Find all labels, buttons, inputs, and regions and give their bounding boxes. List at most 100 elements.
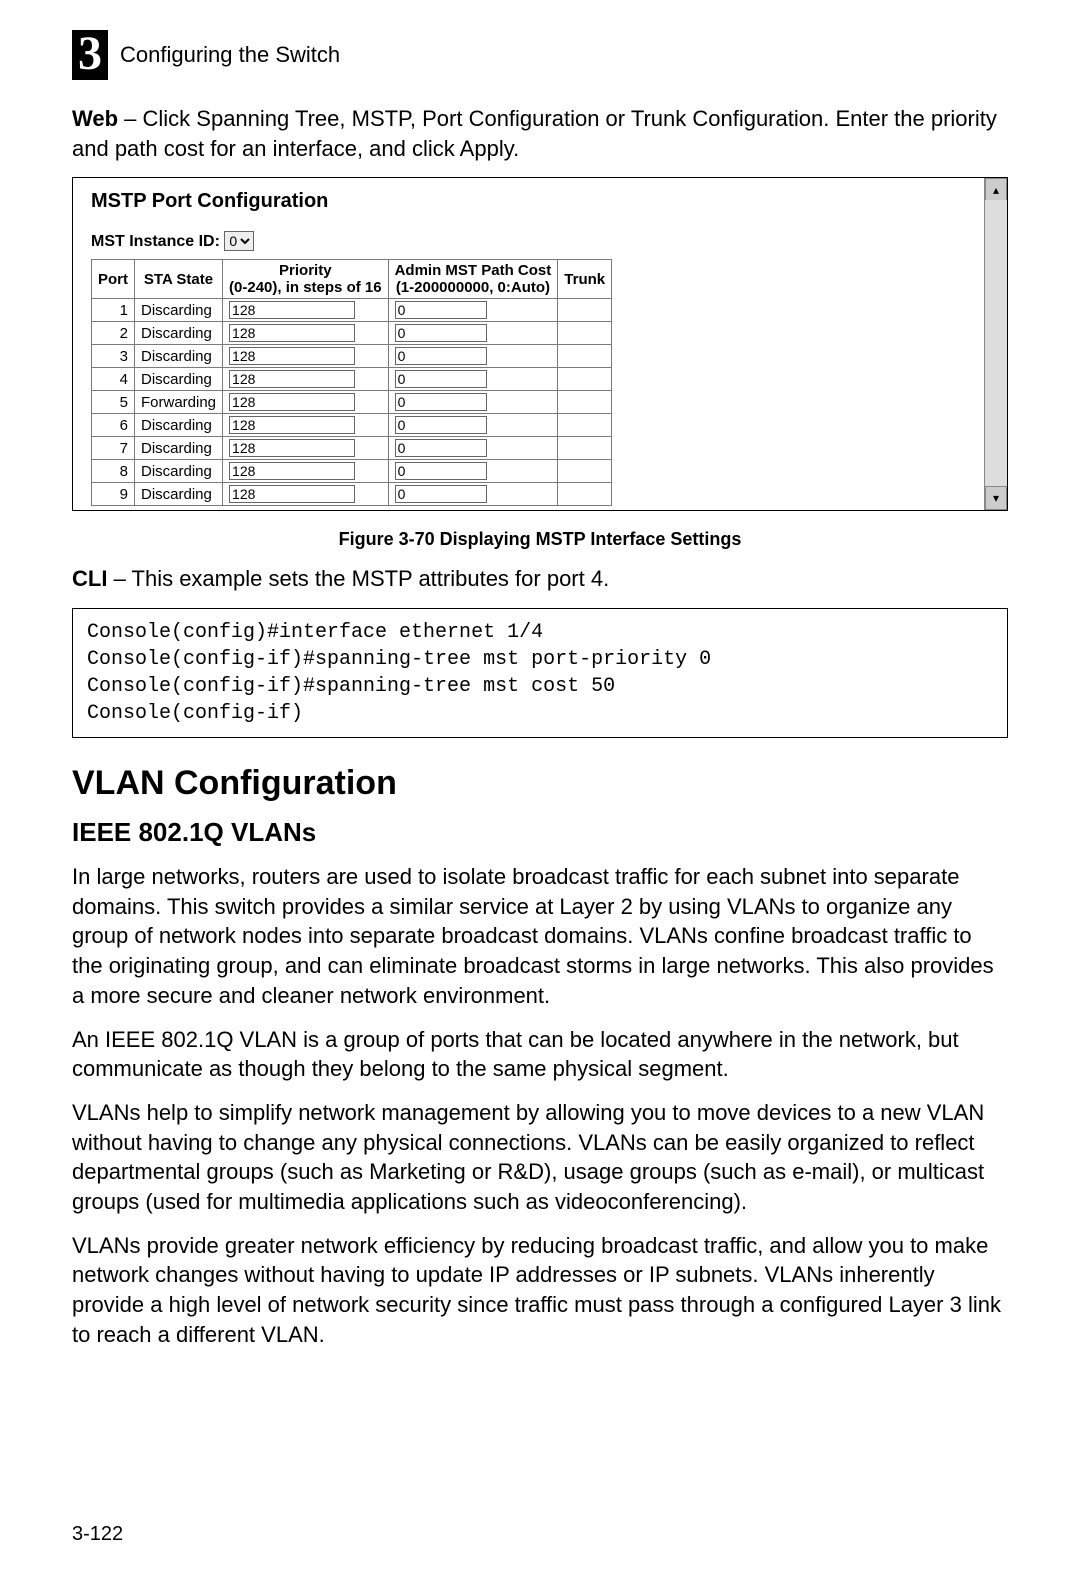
col-trunk: Trunk	[558, 260, 612, 299]
body-paragraph: VLANs help to simplify network managemen…	[72, 1098, 1008, 1217]
web-label: Web	[72, 106, 118, 131]
priority-input[interactable]	[229, 462, 355, 480]
cell-sta-state: Discarding	[135, 483, 223, 506]
col-path-cost: Admin MST Path Cost (1-200000000, 0:Auto…	[388, 260, 558, 299]
cell-trunk	[558, 460, 612, 483]
cell-path-cost	[388, 322, 558, 345]
cell-path-cost	[388, 345, 558, 368]
cell-priority	[223, 322, 389, 345]
path-cost-input[interactable]	[395, 324, 487, 342]
cli-label: CLI	[72, 566, 107, 591]
table-row: 6Discarding	[92, 414, 612, 437]
cell-port: 9	[92, 483, 135, 506]
scroll-down-icon[interactable]: ▾	[985, 486, 1007, 510]
cell-priority	[223, 483, 389, 506]
priority-input[interactable]	[229, 301, 355, 319]
table-row: 1Discarding	[92, 299, 612, 322]
web-instructions: Web – Click Spanning Tree, MSTP, Port Co…	[72, 104, 1008, 163]
chapter-number-badge: 3	[72, 30, 108, 80]
cell-sta-state: Discarding	[135, 414, 223, 437]
cell-path-cost	[388, 460, 558, 483]
section-heading-vlan: VLAN Configuration	[72, 764, 1008, 803]
cell-port: 4	[92, 368, 135, 391]
table-row: 4Discarding	[92, 368, 612, 391]
table-header-row: Port STA State Priority (0-240), in step…	[92, 260, 612, 299]
panel-title: MSTP Port Configuration	[91, 190, 989, 213]
cell-sta-state: Discarding	[135, 437, 223, 460]
cell-priority	[223, 368, 389, 391]
col-path-l1: Admin MST Path Cost	[395, 262, 552, 279]
cell-port: 1	[92, 299, 135, 322]
page-header: 3 Configuring the Switch	[72, 30, 1008, 80]
col-priority-l1: Priority	[279, 262, 332, 279]
mstp-screenshot-panel: ▴ ▾ MSTP Port Configuration MST Instance…	[72, 177, 1008, 511]
col-priority-l2: (0-240), in steps of 16	[229, 279, 382, 296]
page-number: 3-122	[72, 1523, 123, 1546]
cell-path-cost	[388, 391, 558, 414]
cell-port: 5	[92, 391, 135, 414]
cli-intro: CLI – This example sets the MSTP attribu…	[72, 564, 1008, 594]
cell-path-cost	[388, 414, 558, 437]
cli-text: – This example sets the MSTP attributes …	[107, 566, 609, 591]
mst-instance-select[interactable]: 0	[224, 231, 254, 251]
path-cost-input[interactable]	[395, 416, 487, 434]
document-page: 3 Configuring the Switch Web – Click Spa…	[0, 0, 1080, 1570]
cell-sta-state: Discarding	[135, 322, 223, 345]
cell-path-cost	[388, 437, 558, 460]
cell-path-cost	[388, 368, 558, 391]
cell-priority	[223, 345, 389, 368]
cell-trunk	[558, 483, 612, 506]
priority-input[interactable]	[229, 370, 355, 388]
figure-caption: Figure 3-70 Displaying MSTP Interface Se…	[72, 529, 1008, 550]
scrollbar-track[interactable]	[985, 200, 1007, 488]
body-paragraph: VLANs provide greater network efficiency…	[72, 1231, 1008, 1350]
mstp-port-table: Port STA State Priority (0-240), in step…	[91, 259, 612, 506]
cell-trunk	[558, 345, 612, 368]
priority-input[interactable]	[229, 439, 355, 457]
body-paragraph: In large networks, routers are used to i…	[72, 862, 1008, 1010]
path-cost-input[interactable]	[395, 439, 487, 457]
cell-sta-state: Forwarding	[135, 391, 223, 414]
cell-port: 8	[92, 460, 135, 483]
chapter-title: Configuring the Switch	[120, 42, 340, 68]
path-cost-input[interactable]	[395, 393, 487, 411]
web-text: – Click Spanning Tree, MSTP, Port Config…	[72, 106, 997, 161]
cell-port: 6	[92, 414, 135, 437]
path-cost-input[interactable]	[395, 485, 487, 503]
cell-trunk	[558, 414, 612, 437]
cell-trunk	[558, 437, 612, 460]
table-row: 5Forwarding	[92, 391, 612, 414]
cell-priority	[223, 414, 389, 437]
cell-priority	[223, 437, 389, 460]
path-cost-input[interactable]	[395, 370, 487, 388]
cell-trunk	[558, 299, 612, 322]
cell-sta-state: Discarding	[135, 368, 223, 391]
table-row: 7Discarding	[92, 437, 612, 460]
cell-trunk	[558, 322, 612, 345]
cell-sta-state: Discarding	[135, 299, 223, 322]
cell-trunk	[558, 368, 612, 391]
scrollbar[interactable]: ▴ ▾	[984, 178, 1007, 510]
priority-input[interactable]	[229, 416, 355, 434]
scroll-up-icon[interactable]: ▴	[985, 178, 1007, 202]
cell-priority	[223, 391, 389, 414]
table-row: 8Discarding	[92, 460, 612, 483]
path-cost-input[interactable]	[395, 347, 487, 365]
priority-input[interactable]	[229, 393, 355, 411]
cell-trunk	[558, 391, 612, 414]
subsection-heading-ieee: IEEE 802.1Q VLANs	[72, 817, 1008, 848]
cell-path-cost	[388, 483, 558, 506]
cell-priority	[223, 299, 389, 322]
path-cost-input[interactable]	[395, 301, 487, 319]
mst-instance-label: MST Instance ID:	[91, 233, 220, 250]
cell-port: 7	[92, 437, 135, 460]
cell-priority	[223, 460, 389, 483]
table-row: 9Discarding	[92, 483, 612, 506]
mst-instance-row: MST Instance ID: 0	[91, 231, 989, 251]
path-cost-input[interactable]	[395, 462, 487, 480]
col-path-l2: (1-200000000, 0:Auto)	[396, 279, 550, 296]
priority-input[interactable]	[229, 347, 355, 365]
cell-path-cost	[388, 299, 558, 322]
priority-input[interactable]	[229, 324, 355, 342]
priority-input[interactable]	[229, 485, 355, 503]
